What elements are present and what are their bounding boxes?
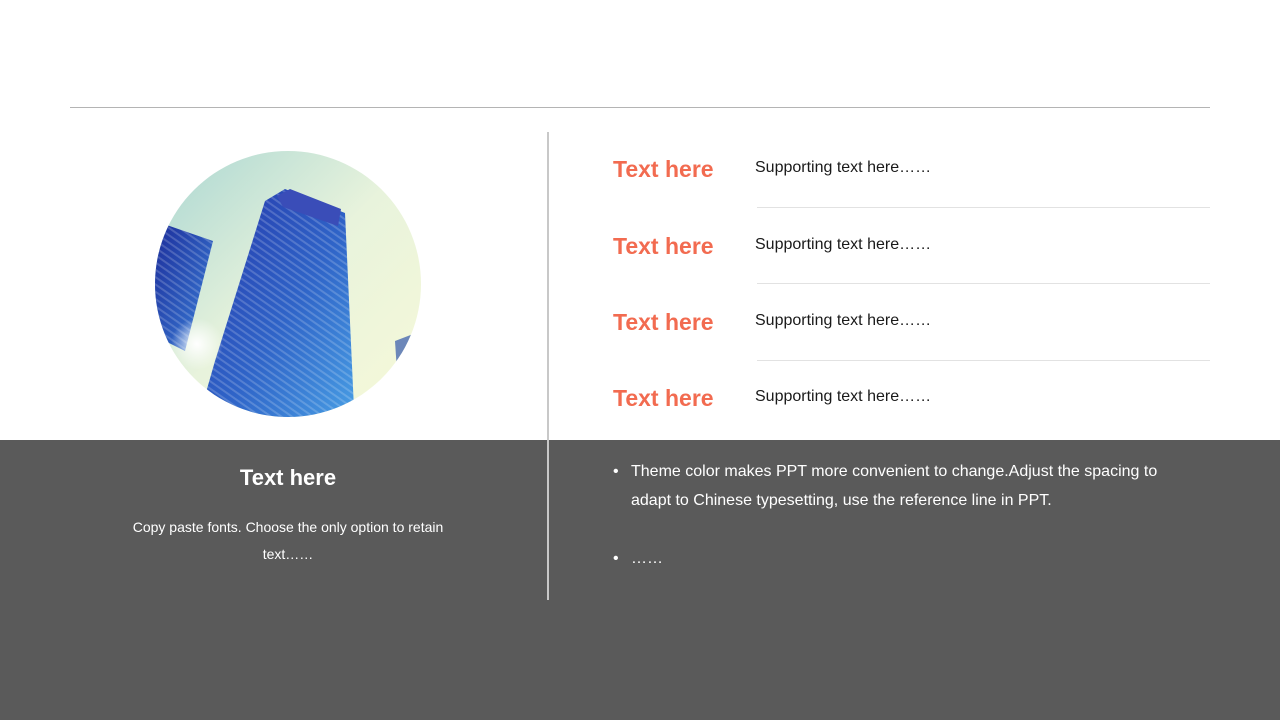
bullet-item: • …… — [613, 544, 1183, 573]
row-separator — [757, 283, 1210, 284]
row-supporting-text: Supporting text here…… — [755, 159, 932, 176]
bullet-list: • Theme color makes PPT more convenient … — [613, 457, 1183, 602]
list-item: Text here Supporting text here…… — [613, 229, 1210, 269]
center-divider — [547, 132, 549, 600]
row-separator — [757, 360, 1210, 361]
left-panel-description: Copy paste fonts. Choose the only option… — [132, 519, 444, 562]
row-title: Text here — [613, 309, 714, 335]
skyscraper-image-icon — [155, 151, 421, 417]
bullet-text: …… — [631, 550, 663, 567]
row-supporting-text: Supporting text here…… — [755, 388, 932, 405]
left-panel-title: Text here — [239, 465, 337, 490]
row-separator — [757, 207, 1210, 208]
bullet-item: • Theme color makes PPT more convenient … — [613, 457, 1183, 515]
row-title: Text here — [613, 156, 714, 182]
list-item: Text here Supporting text here…… — [613, 381, 1210, 421]
top-rule — [70, 107, 1210, 108]
list-item: Text here Supporting text here…… — [613, 152, 1210, 192]
list-item: Text here Supporting text here…… — [613, 305, 1210, 345]
row-title: Text here — [613, 233, 714, 259]
bullet-marker: • — [613, 463, 619, 480]
row-supporting-text: Supporting text here…… — [755, 236, 932, 253]
bullet-marker: • — [613, 550, 619, 567]
row-supporting-text: Supporting text here…… — [755, 312, 932, 329]
bullet-text: Theme color makes PPT more convenient to… — [631, 463, 1158, 509]
row-title: Text here — [613, 385, 714, 411]
skyscraper-photo — [155, 151, 421, 417]
